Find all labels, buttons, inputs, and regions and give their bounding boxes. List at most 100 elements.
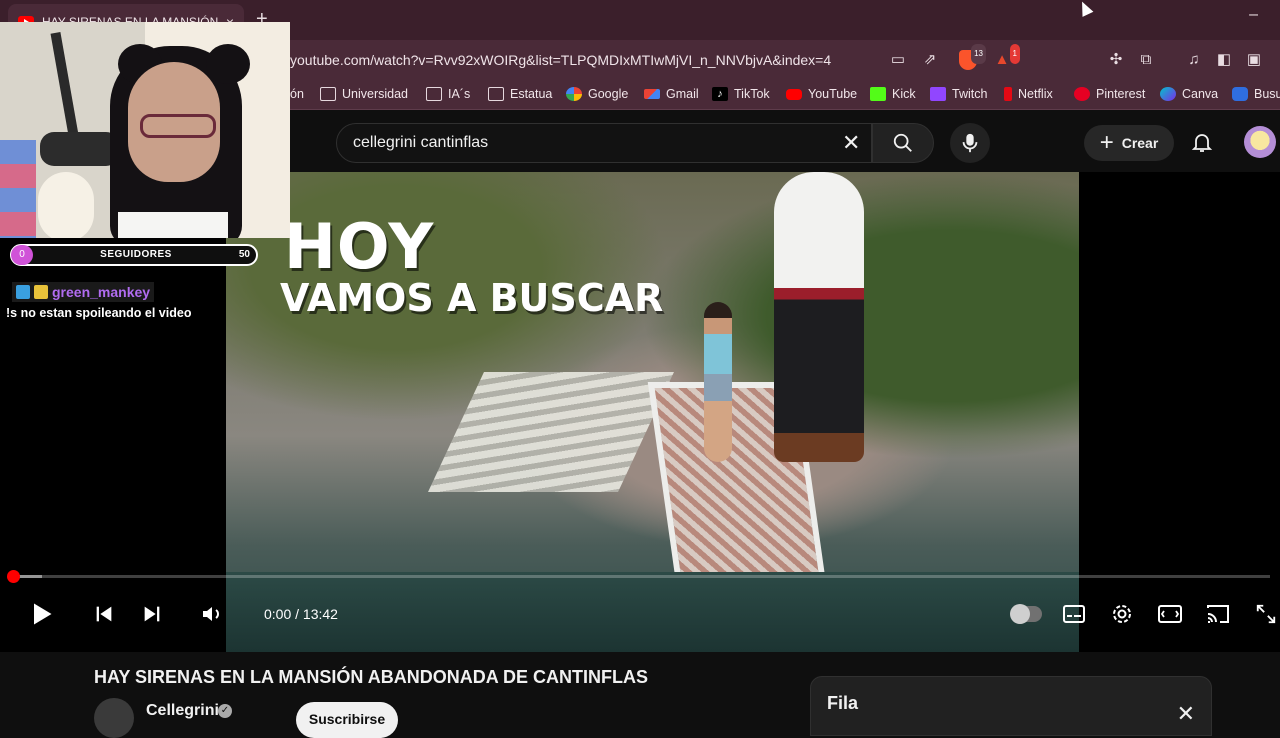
google-icon (566, 87, 582, 101)
bookmark-label: Estatua (510, 87, 553, 101)
brave-shields-icon[interactable]: 13 (958, 44, 986, 70)
chat-username: green_mankey (52, 284, 151, 300)
media-controls-icon[interactable]: ♫ (1184, 50, 1204, 70)
video-scene-person (704, 302, 732, 462)
channel-avatar[interactable] (94, 698, 134, 738)
bookmark-folder-universidad[interactable]: Universidad (320, 87, 408, 101)
account-avatar[interactable] (1244, 126, 1276, 158)
address-bar[interactable]: youtube.com/watch?v=Rvv92xWOIRg&list=TLP… (280, 45, 1020, 75)
search-button[interactable] (872, 123, 934, 163)
bookmark-youtube[interactable]: YouTube (786, 87, 857, 101)
chat-username-row: green_mankey (12, 282, 155, 302)
next-icon (144, 606, 160, 622)
follower-goal-label: SEGUIDORES (100, 249, 172, 260)
progress-bar[interactable] (7, 570, 1270, 583)
webcam-plush-toy (38, 172, 94, 238)
bookmark-label: Netflix (1018, 87, 1053, 101)
video-overlay-text-line1: HOY (284, 210, 435, 283)
bookmark-netflix[interactable]: Netflix (1004, 87, 1053, 101)
bookmark-folder-estatua[interactable]: Estatua (488, 87, 552, 101)
webcam-microphone (40, 132, 120, 166)
autoplay-toggle[interactable] (1010, 604, 1042, 624)
search-icon (893, 133, 912, 152)
theater-mode-button[interactable] (1156, 600, 1184, 628)
clear-search-icon[interactable]: ✕ (842, 130, 860, 156)
bookmark-label: Google (588, 87, 629, 101)
queue-title: Fila (827, 693, 859, 713)
tiktok-icon: ♪ (712, 87, 728, 101)
video-overlay-text-line2: VAMOS A BUSCAR (280, 276, 664, 320)
verified-badge-icon: ✓ (218, 704, 232, 718)
bookmark-google[interactable]: Google (566, 87, 628, 101)
subtitles-button[interactable] (1060, 600, 1088, 628)
plus-icon: + (1099, 129, 1114, 156)
share-icon[interactable]: ⇗ (920, 50, 940, 70)
video-scene-statue (774, 172, 864, 462)
video-frame[interactable]: HOY VAMOS A BUSCAR (226, 172, 1079, 652)
bookmark-kick[interactable]: Kick (870, 87, 916, 101)
bookmark-gmail[interactable]: Gmail (644, 87, 699, 101)
fullscreen-icon (1256, 604, 1276, 624)
bookmark-pinterest[interactable]: Pinterest (1074, 87, 1145, 101)
volume-button[interactable] (198, 600, 226, 628)
folder-icon (426, 87, 442, 101)
fullscreen-button[interactable] (1252, 600, 1280, 628)
next-button[interactable] (138, 600, 166, 628)
queue-panel: Fila ✕ (810, 676, 1212, 736)
follower-goal-bar: SEGUIDORES 0 50 (10, 244, 258, 266)
scrubber-handle[interactable] (7, 570, 20, 583)
gear-icon (1113, 605, 1131, 623)
create-button[interactable]: + Crear (1084, 125, 1174, 161)
webcam-mic-arm (50, 31, 80, 143)
webcam-glasses (140, 114, 216, 138)
play-icon (34, 603, 52, 625)
gmail-icon (644, 89, 660, 99)
bookmark-label: YouTube (808, 87, 858, 101)
busuu-icon (1232, 87, 1248, 101)
bookmark-tiktok[interactable]: ♪ TikTok (712, 87, 770, 101)
bookmark-label: Pinterest (1096, 87, 1146, 101)
bookmark-label: Kick (892, 87, 916, 101)
previous-button[interactable] (90, 600, 118, 628)
brave-rewards-icon[interactable]: ▲ 1 (992, 44, 1020, 70)
bookmark-canva[interactable]: Canva (1160, 87, 1218, 101)
cast-button[interactable] (1204, 600, 1232, 628)
url-text: youtube.com/watch?v=Rvv92xWOIRg&list=TLP… (290, 52, 832, 68)
subscribe-button[interactable]: Suscribirse (296, 702, 398, 738)
extensions-icon[interactable]: ✣ (1106, 50, 1126, 70)
search-input[interactable]: cellegrini cantinflas (336, 123, 872, 163)
create-label: Crear (1121, 135, 1159, 151)
theater-mode-icon (1158, 605, 1182, 623)
follower-goal-target: 50 (238, 249, 250, 260)
chat-badge-icon (16, 285, 30, 299)
video-scene-stairs (428, 372, 674, 492)
channel-name[interactable]: Cellegrini (146, 702, 219, 720)
voice-search-button[interactable] (950, 123, 990, 163)
time-display: 0:00 / 13:42 (264, 606, 338, 622)
play-button[interactable] (27, 600, 55, 628)
bookmark-folder-ias[interactable]: IA´s (426, 87, 470, 101)
cast-tab-icon[interactable]: ▭ (888, 50, 908, 70)
webcam-overlay (0, 22, 290, 238)
netflix-icon (1004, 87, 1012, 101)
bookmark-busuu[interactable]: Busu (1232, 87, 1280, 101)
queue-close-button[interactable]: ✕ (1177, 701, 1195, 727)
kick-icon (870, 87, 886, 101)
youtube-icon (786, 88, 802, 100)
bookmark-label: Twitch (952, 87, 988, 101)
notifications-bell-icon[interactable] (1190, 130, 1214, 154)
wallet-icon[interactable]: ▣ (1244, 50, 1264, 70)
screenshot-icon[interactable]: ⧉ (1136, 50, 1156, 70)
window-minimize-button[interactable]: – (1249, 6, 1258, 24)
subtitles-icon (1063, 605, 1085, 623)
mouse-cursor-icon (1076, 0, 1094, 17)
sidebar-toggle-icon[interactable]: ◧ (1214, 50, 1234, 70)
cast-icon (1207, 605, 1229, 623)
bookmark-twitch[interactable]: Twitch (930, 87, 987, 101)
settings-button[interactable] (1108, 600, 1136, 628)
webcam-posters (0, 140, 36, 238)
canva-icon (1160, 87, 1176, 101)
bookmark-item[interactable]: ón (290, 87, 304, 101)
volume-icon (203, 607, 219, 621)
chat-badge-icon (34, 285, 48, 299)
